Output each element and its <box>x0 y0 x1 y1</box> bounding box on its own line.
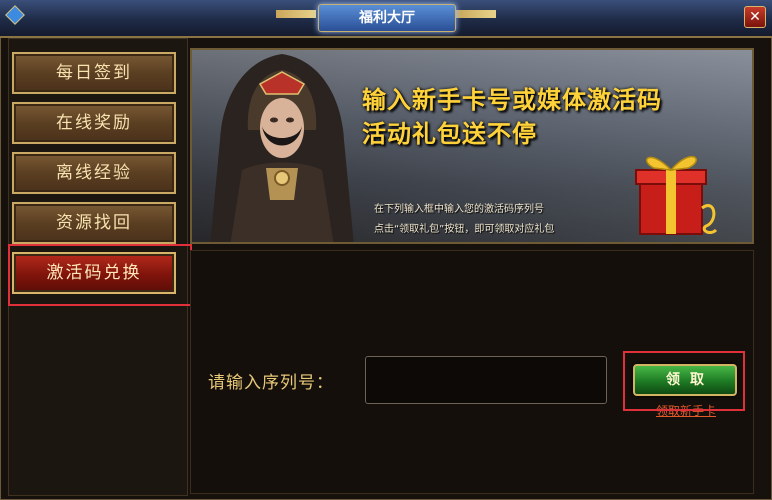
sidebar-item-resource-recovery[interactable]: 资源找回 <box>12 202 176 244</box>
claim-button[interactable]: 领取 <box>633 364 737 396</box>
title-ornament-right <box>456 10 496 18</box>
title-ornament-left <box>276 10 316 18</box>
serial-label: 请输入序列号： <box>208 373 334 393</box>
get-newbie-card-link[interactable]: 领取新手卡 <box>656 402 716 419</box>
corner-gem-icon <box>5 5 25 25</box>
banner-description-1: 在下列输入框中输入您的激活码序列号 <box>374 204 544 215</box>
sidebar-item-code-redeem[interactable]: 激活码兑换 <box>12 252 176 294</box>
promo-banner: 输入新手卡号或媒体激活码 活动礼包送不停 在下列输入框中输入您的激活码序列号 点… <box>190 48 754 244</box>
serial-input[interactable] <box>365 356 607 404</box>
banner-description-2: 点击“领取礼包”按钮，即可领取对应礼包 <box>374 224 555 235</box>
sidebar-item-offline-exp[interactable]: 离线经验 <box>12 152 176 194</box>
banner-headline-1: 输入新手卡号或媒体激活码 <box>362 86 662 114</box>
hero-character-image <box>210 54 354 242</box>
banner-headline-2: 活动礼包送不停 <box>362 120 537 148</box>
title-bar: 福利大厅 ✕ <box>0 0 772 38</box>
sidebar-item-daily-checkin[interactable]: 每日签到 <box>12 52 176 94</box>
window-title: 福利大厅 <box>318 4 456 32</box>
close-button[interactable]: ✕ <box>744 6 766 28</box>
gift-box-icon <box>635 155 718 235</box>
sidebar-item-online-reward[interactable]: 在线奖励 <box>12 102 176 144</box>
